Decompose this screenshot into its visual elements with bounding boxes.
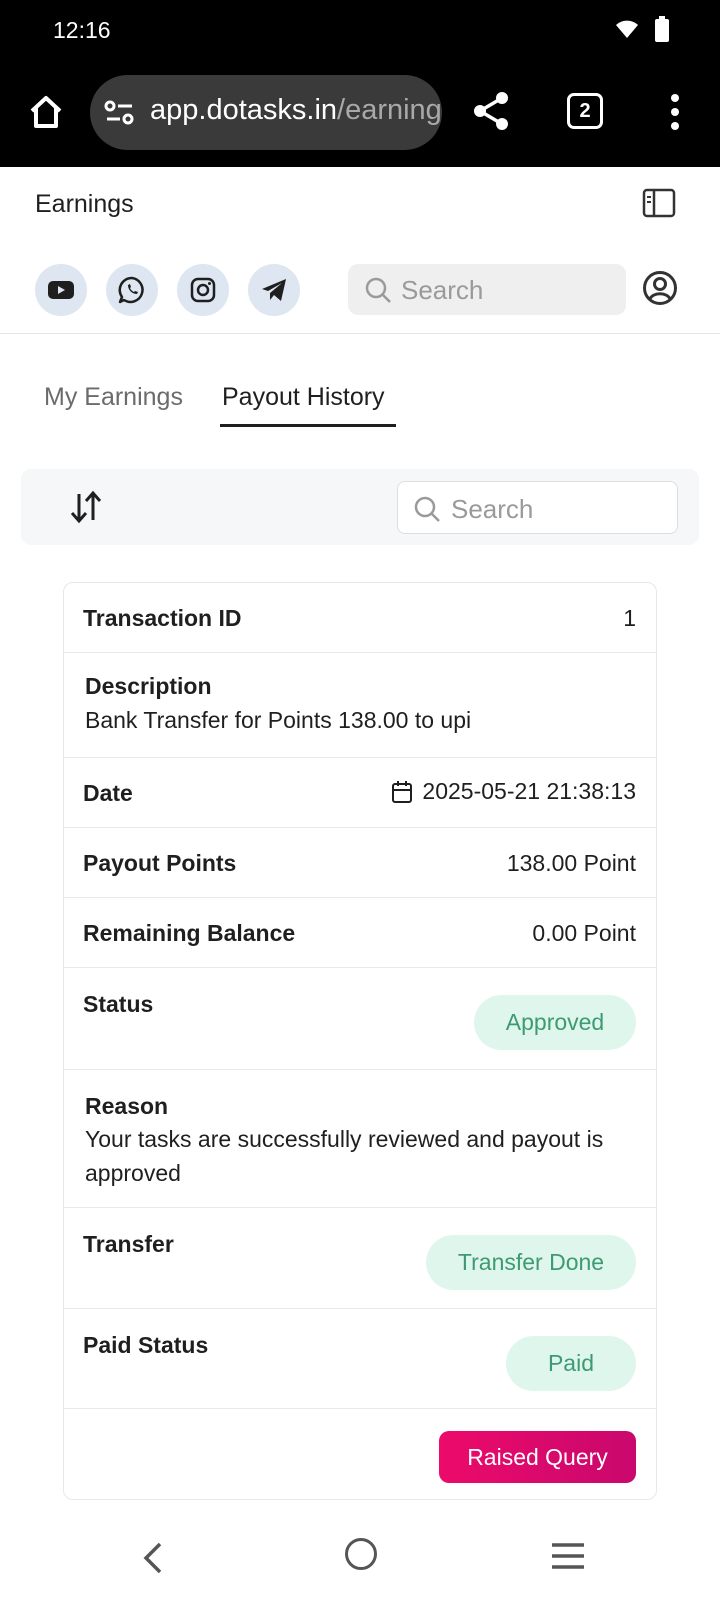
system-nav-bar [0, 1500, 720, 1600]
header-search-input[interactable]: Search [348, 264, 626, 315]
transfer-label: Transfer [83, 1231, 174, 1257]
payout-points-value: 138.00 Point [506, 850, 636, 876]
transaction-id-value: 1 [623, 605, 636, 631]
search-icon [365, 277, 391, 303]
paid-status-row: Paid Status Paid [64, 1309, 656, 1409]
url-text: app.dotasks.in/earnings [150, 94, 442, 127]
share-icon [474, 92, 508, 130]
payout-points-label: Payout Points [83, 850, 237, 876]
tab-switcher-button[interactable]: 2 [567, 93, 603, 129]
share-button[interactable] [468, 88, 514, 134]
paid-badge: Paid [506, 1336, 636, 1391]
payout-points-row: Payout Points 138.00 Point [64, 828, 656, 898]
remaining-balance-value: 0.00 Point [532, 920, 636, 946]
filter-bar: Search [21, 469, 699, 545]
paid-status-label: Paid Status [83, 1332, 209, 1358]
active-tab-indicator [220, 424, 396, 427]
home-icon [30, 96, 62, 128]
header-search-placeholder: Search [401, 275, 484, 305]
payout-search-input[interactable]: Search [397, 481, 678, 534]
reason-label: Reason [85, 1093, 169, 1119]
calendar-icon [392, 780, 413, 803]
reason-value: Your tasks are successfully reviewed and… [85, 1126, 604, 1186]
browser-menu-button[interactable] [660, 88, 690, 136]
status-row: Status Approved [64, 968, 656, 1070]
date-row: Date 2025-05-21 21:38:13 [64, 758, 656, 828]
profile-icon[interactable] [642, 270, 678, 306]
transfer-badge: Transfer Done [426, 1235, 636, 1290]
battery-icon [655, 16, 669, 42]
date-value-group: 2025-05-21 21:38:13 [391, 778, 636, 805]
transaction-card: Transaction ID 1 Description Bank Transf… [63, 582, 657, 1500]
transfer-row: Transfer Transfer Done [64, 1208, 656, 1309]
wifi-icon [616, 20, 638, 38]
tab-payout-history[interactable]: Payout History [222, 383, 385, 412]
menu-dot [671, 94, 679, 102]
date-label: Date [83, 780, 133, 806]
reason-row: Reason Your tasks are successfully revie… [64, 1070, 656, 1208]
status-icons [614, 16, 670, 42]
back-icon[interactable] [140, 1540, 166, 1576]
transaction-id-label: Transaction ID [83, 605, 242, 631]
description-value: Bank Transfer for Points 138.00 to upi [85, 707, 472, 733]
url-host: app.dotasks.in [150, 94, 338, 126]
instagram-icon [190, 277, 216, 303]
telegram-button[interactable] [248, 264, 300, 316]
remaining-balance-label: Remaining Balance [83, 920, 296, 946]
search-icon [414, 496, 440, 522]
youtube-icon [48, 281, 74, 299]
remaining-balance-row: Remaining Balance 0.00 Point [64, 898, 656, 968]
address-bar[interactable]: app.dotasks.in/earnings [90, 75, 442, 150]
youtube-button[interactable] [35, 264, 87, 316]
menu-dot [671, 122, 679, 130]
tab-my-earnings[interactable]: My Earnings [44, 383, 183, 412]
telegram-icon [262, 279, 286, 301]
site-settings-icon[interactable] [104, 98, 136, 128]
social-links [35, 264, 300, 316]
url-path: /earnings [337, 94, 442, 126]
instagram-button[interactable] [177, 264, 229, 316]
header-divider [0, 333, 720, 334]
home-nav-icon[interactable] [345, 1538, 377, 1570]
raised-query-button[interactable]: Raised Query [439, 1431, 636, 1483]
transaction-id-row: Transaction ID 1 [64, 583, 656, 653]
description-row: Description Bank Transfer for Points 138… [64, 653, 656, 758]
page-title: Earnings [35, 190, 134, 218]
recents-icon[interactable] [551, 1542, 585, 1570]
status-badge: Approved [474, 995, 636, 1050]
status-bar: 12:16 [0, 0, 720, 62]
browser-toolbar: app.dotasks.in/earnings 2 [0, 62, 720, 167]
payout-search-placeholder: Search [451, 494, 534, 524]
date-value: 2025-05-21 21:38:13 [422, 778, 636, 804]
whatsapp-icon [118, 276, 144, 304]
menu-dot [671, 108, 679, 116]
status-label: Status [83, 991, 154, 1017]
status-time: 12:16 [53, 17, 111, 43]
sort-icon[interactable] [69, 489, 103, 525]
sidebar-toggle-icon[interactable] [642, 188, 676, 218]
description-label: Description [85, 673, 212, 699]
whatsapp-button[interactable] [106, 264, 158, 316]
browser-home-button[interactable] [22, 88, 70, 136]
